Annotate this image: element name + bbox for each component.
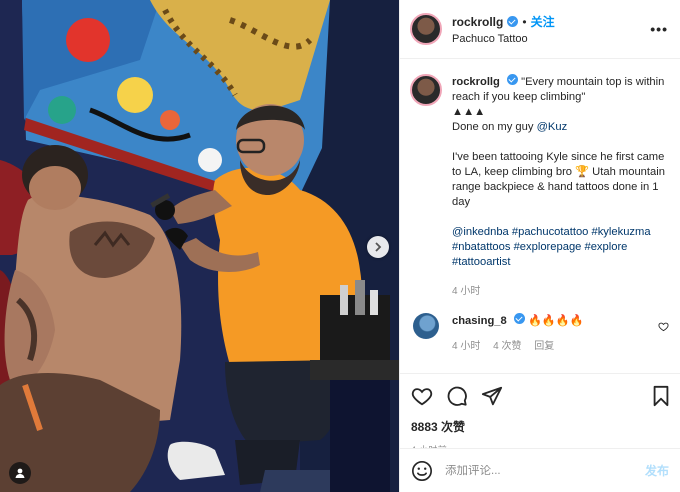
comment-text: 🔥🔥🔥🔥: [527, 315, 584, 327]
caption-story: I've been tattooing Kyle since he first …: [452, 151, 665, 208]
tagged-users-button[interactable]: [9, 462, 31, 484]
post-header: rockrollg • 关注 Pachuco Tattoo •••: [400, 0, 680, 59]
caption-username[interactable]: rockrollg: [452, 76, 500, 88]
commenter-username[interactable]: chasing_8: [452, 315, 507, 327]
post-side-panel: rockrollg • 关注 Pachuco Tattoo ••• rockro…: [399, 0, 680, 492]
like-comment-icon[interactable]: [658, 319, 669, 337]
reply-button[interactable]: 回复: [534, 341, 554, 352]
verified-badge-icon: [507, 16, 519, 27]
like-heart-icon[interactable]: [411, 385, 433, 407]
author-info: rockrollg • 关注 Pachuco Tattoo: [452, 13, 555, 46]
header-separator: •: [522, 14, 527, 29]
comment-icon[interactable]: [446, 385, 468, 407]
comment-input[interactable]: [445, 464, 615, 477]
next-image-button[interactable]: [367, 236, 389, 258]
chevron-right-icon: [375, 242, 382, 252]
likes-count[interactable]: 8883 次赞: [411, 418, 671, 435]
post-location[interactable]: Pachuco Tattoo: [452, 33, 555, 45]
more-options-icon[interactable]: •••: [650, 22, 668, 36]
post-photo[interactable]: [0, 0, 399, 492]
comments-section[interactable]: rockrollg "Every mountain top is within …: [400, 60, 680, 372]
comment-time[interactable]: 4 小时: [452, 341, 480, 352]
author-username[interactable]: rockrollg: [452, 15, 503, 29]
tag-user-icon: [15, 468, 25, 478]
comment-meta: 4 小时 4 次赞 回复: [452, 339, 652, 354]
caption-comment: rockrollg "Every mountain top is within …: [410, 74, 671, 299]
caption-time[interactable]: 4 小时: [452, 286, 480, 297]
caption-done-text: Done on my guy: [452, 121, 537, 133]
tattoo-scene-illustration: [0, 0, 399, 492]
mention-link[interactable]: @Kuz: [537, 121, 568, 133]
caption-body: rockrollg "Every mountain top is within …: [452, 74, 667, 299]
caption-triangles: ▲▲▲: [452, 106, 486, 118]
action-icons: [411, 384, 671, 408]
comment-body: chasing_8 🔥🔥🔥🔥 4 小时 4 次赞 回复: [452, 313, 652, 354]
comment-item: chasing_8 🔥🔥🔥🔥 4 小时 4 次赞 回复: [410, 313, 671, 354]
commenter-avatar[interactable]: [413, 313, 439, 339]
post-actions: 8883 次赞 4 小时前: [400, 373, 680, 455]
verified-badge-icon: [513, 313, 525, 324]
post-comment-button[interactable]: 发布: [645, 462, 669, 479]
share-icon[interactable]: [481, 385, 503, 407]
verified-badge-icon: [506, 74, 518, 85]
caption-author-avatar[interactable]: [410, 74, 442, 106]
post-container: rockrollg • 关注 Pachuco Tattoo ••• rockro…: [0, 0, 680, 492]
author-avatar[interactable]: [410, 13, 442, 45]
follow-button[interactable]: 关注: [531, 13, 555, 30]
comment-likes[interactable]: 4 次赞: [493, 341, 521, 352]
caption-hashtags[interactable]: @inkednba #pachucotattoo #kylekuzma #nba…: [452, 225, 667, 270]
caption-meta: 4 小时: [452, 284, 667, 299]
save-bookmark-icon[interactable]: [651, 385, 671, 407]
emoji-icon[interactable]: [411, 460, 433, 482]
add-comment-bar: 发布: [400, 448, 680, 492]
